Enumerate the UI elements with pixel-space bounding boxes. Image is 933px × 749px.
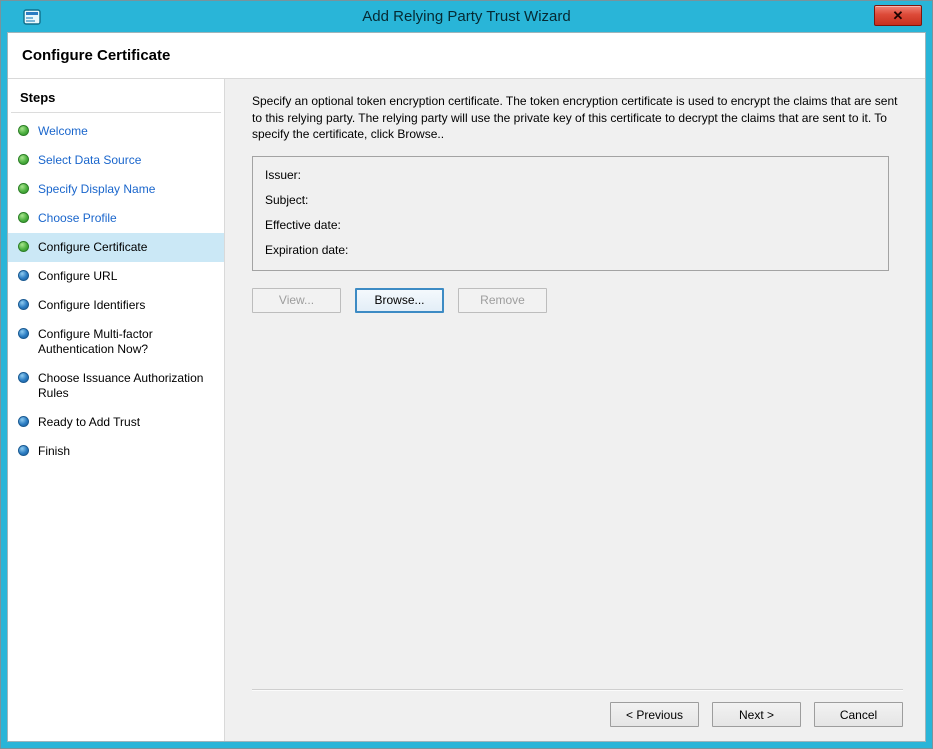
step-label: Configure Certificate — [38, 240, 147, 255]
step-label: Configure URL — [38, 269, 117, 284]
step-pending-icon — [18, 416, 29, 427]
step-label: Choose Issuance Authorization Rules — [38, 371, 216, 401]
step-pending-icon — [18, 270, 29, 281]
step-label: Configure Identifiers — [38, 298, 145, 313]
certificate-expiration-date-label: Expiration date: — [265, 241, 876, 266]
close-icon: ✕ — [893, 8, 904, 23]
step-label: Finish — [38, 444, 70, 459]
page-header: Configure Certificate — [8, 33, 925, 79]
step-pending-icon — [18, 372, 29, 383]
certificate-details-box: Issuer: Subject: Effective date: Expirat… — [252, 156, 889, 271]
step-label: Configure Multi-factor Authentication No… — [38, 327, 216, 357]
previous-button[interactable]: < Previous — [610, 702, 699, 727]
step-completed-icon — [18, 212, 29, 223]
certificate-effective-date-label: Effective date: — [265, 216, 876, 241]
step-label: Choose Profile — [38, 211, 117, 226]
cancel-button[interactable]: Cancel — [814, 702, 903, 727]
step-completed-icon — [18, 154, 29, 165]
steps-heading: Steps — [11, 85, 221, 113]
remove-button: Remove — [458, 288, 547, 313]
footer-buttons: < Previous Next > Cancel — [252, 702, 903, 729]
close-button[interactable]: ✕ — [874, 5, 922, 26]
steps-sidebar: Steps Welcome Select Data Source Specify… — [8, 79, 225, 741]
sidebar-item-welcome[interactable]: Welcome — [8, 117, 224, 146]
wizard-icon — [23, 8, 41, 26]
step-current-icon — [18, 241, 29, 252]
sidebar-item-choose-issuance-rules: Choose Issuance Authorization Rules — [8, 364, 224, 408]
step-pending-icon — [18, 328, 29, 339]
sidebar-item-ready-to-add-trust: Ready to Add Trust — [8, 408, 224, 437]
step-completed-icon — [18, 125, 29, 136]
certificate-issuer-label: Issuer: — [265, 166, 876, 191]
titlebar: Add Relying Party Trust Wizard ✕ — [1, 1, 932, 32]
sidebar-item-configure-mfa: Configure Multi-factor Authentication No… — [8, 320, 224, 364]
wizard-body: Steps Welcome Select Data Source Specify… — [8, 79, 925, 741]
sidebar-item-configure-certificate[interactable]: Configure Certificate — [8, 233, 224, 262]
browse-button[interactable]: Browse... — [355, 288, 444, 313]
step-label: Welcome — [38, 124, 88, 139]
sidebar-item-configure-identifiers: Configure Identifiers — [8, 291, 224, 320]
page-description: Specify an optional token encryption cer… — [252, 93, 903, 143]
step-label: Select Data Source — [38, 153, 141, 168]
next-button[interactable]: Next > — [712, 702, 801, 727]
sidebar-item-configure-url: Configure URL — [8, 262, 224, 291]
main-pane: Specify an optional token encryption cer… — [225, 79, 925, 741]
certificate-subject-label: Subject: — [265, 191, 876, 216]
wizard-window: Add Relying Party Trust Wizard ✕ Configu… — [0, 0, 933, 749]
certificate-actions: View... Browse... Remove — [252, 288, 903, 313]
page-title: Configure Certificate — [22, 47, 170, 64]
sidebar-item-select-data-source[interactable]: Select Data Source — [8, 146, 224, 175]
wizard-footer: < Previous Next > Cancel — [252, 689, 903, 729]
step-pending-icon — [18, 299, 29, 310]
step-label: Ready to Add Trust — [38, 415, 140, 430]
view-button: View... — [252, 288, 341, 313]
step-completed-icon — [18, 183, 29, 194]
sidebar-item-finish: Finish — [8, 437, 224, 466]
wizard-surface: Configure Certificate Steps Welcome Sele… — [7, 32, 926, 742]
sidebar-item-choose-profile[interactable]: Choose Profile — [8, 204, 224, 233]
footer-divider — [252, 689, 903, 690]
window-title: Add Relying Party Trust Wizard — [1, 8, 932, 25]
sidebar-item-specify-display-name[interactable]: Specify Display Name — [8, 175, 224, 204]
step-label: Specify Display Name — [38, 182, 155, 197]
step-pending-icon — [18, 445, 29, 456]
